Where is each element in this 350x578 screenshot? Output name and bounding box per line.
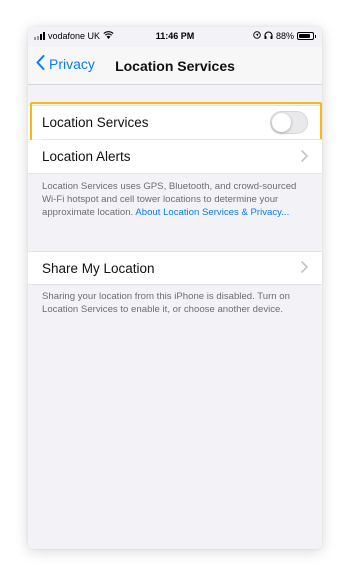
location-arrow-icon: [253, 31, 261, 41]
share-my-location-label: Share My Location: [42, 260, 155, 276]
chevron-right-icon: [301, 149, 308, 165]
battery-level: [299, 34, 311, 38]
share-my-location-row[interactable]: Share My Location: [28, 251, 322, 285]
status-bar: vodafone UK 11:46 PM 88%: [28, 27, 322, 47]
navigation-bar: Privacy Location Services: [28, 47, 322, 85]
location-alerts-row[interactable]: Location Alerts: [28, 140, 322, 174]
location-services-description: Location Services uses GPS, Bluetooth, a…: [42, 180, 310, 219]
battery-percent: 88%: [275, 31, 294, 41]
share-location-note: Sharing your location from this iPhone i…: [42, 291, 290, 315]
page-title: Location Services: [115, 58, 235, 74]
battery-icon: [297, 32, 316, 40]
chevron-right-icon: [301, 260, 308, 276]
highlight-box: [30, 102, 322, 142]
location-alerts-label: Location Alerts: [42, 149, 131, 164]
phone-screen: vodafone UK 11:46 PM 88% Privacy Locatio…: [28, 27, 322, 549]
headphones-icon: [264, 31, 273, 41]
about-privacy-link[interactable]: About Location Services & Privacy...: [135, 207, 289, 218]
status-right: 88%: [253, 31, 316, 41]
